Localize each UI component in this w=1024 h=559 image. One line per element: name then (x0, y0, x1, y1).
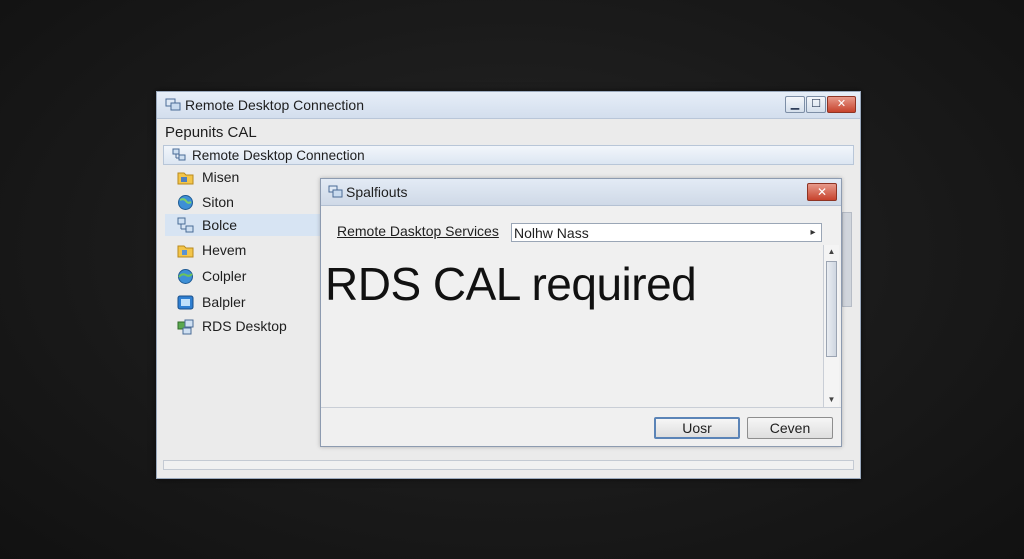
scroll-down-icon[interactable]: ▼ (824, 393, 839, 407)
sidebar-item-rds-desktop[interactable]: RDS Desktop (165, 315, 321, 337)
globe-icon (178, 269, 193, 284)
address-bar[interactable]: Remote Desktop Connection (163, 145, 854, 165)
monitor-icon (177, 295, 194, 310)
close-button[interactable]: ✕ (827, 96, 856, 113)
main-titlebar[interactable]: Remote Desktop Connection ▁ ☐ ✕ (157, 92, 860, 119)
dialog-close-button[interactable]: ✕ (807, 183, 837, 201)
sidebar-item-colpler[interactable]: Colpler (165, 265, 321, 287)
dialog-window: Spalfiouts ✕ Remote Dasktop Services Nol… (320, 178, 842, 447)
sidebar-item-label: Misen (202, 169, 240, 185)
sidebar-item-label: Colpler (202, 268, 247, 284)
sidebar-item-label: Bolce (202, 217, 238, 233)
main-status-strip (163, 460, 854, 470)
sidebar-item-misen[interactable]: Misen (165, 166, 321, 188)
dialog-scrollbar[interactable]: ▲ ▼ (823, 245, 839, 407)
maximize-button[interactable]: ☐ (806, 96, 826, 113)
network-icon (177, 217, 194, 233)
sidebar-item-label: Balpler (202, 294, 246, 310)
sidebar-item-hevem[interactable]: Hevem (165, 239, 321, 261)
remote-desktop-icon (328, 185, 343, 198)
network-icon (177, 319, 194, 335)
minimize-button[interactable]: ▁ (785, 96, 805, 113)
cancel-button[interactable]: Ceven (747, 417, 833, 439)
ok-button[interactable]: Uosr (654, 417, 740, 439)
sidebar-item-label: Hevem (202, 242, 247, 258)
window-title: Remote Desktop Connection (185, 97, 364, 113)
scroll-up-icon[interactable]: ▲ (824, 245, 839, 259)
sidebar-item-balpler[interactable]: Balpler (165, 291, 321, 313)
page-subheading: Pepunits CAL (165, 124, 257, 141)
sidebar-item-siton[interactable]: Siton (165, 191, 321, 213)
error-message: RDS CAL required (325, 258, 697, 310)
network-icon (172, 148, 186, 161)
services-label: Remote Dasktop Services (337, 223, 499, 239)
folder-icon (177, 172, 194, 185)
dialog-title: Spalfiouts (346, 184, 408, 200)
globe-icon (178, 195, 193, 210)
main-scrollbar[interactable] (842, 212, 852, 307)
remote-desktop-icon (165, 98, 181, 111)
dialog-titlebar[interactable]: Spalfiouts ✕ (321, 179, 841, 206)
address-text: Remote Desktop Connection (192, 148, 365, 163)
sidebar-item-label: RDS Desktop (202, 318, 287, 334)
chevron-down-icon[interactable]: ▸ (805, 224, 821, 241)
folder-icon (177, 245, 194, 258)
scrollbar-thumb[interactable] (826, 261, 837, 357)
sidebar-item-bolce[interactable]: Bolce (165, 214, 321, 236)
sidebar-item-label: Siton (202, 194, 234, 210)
services-dropdown[interactable]: Nolhw Nass ▸ (511, 223, 822, 242)
dropdown-value: Nolhw Nass (514, 225, 589, 241)
divider (321, 407, 841, 408)
